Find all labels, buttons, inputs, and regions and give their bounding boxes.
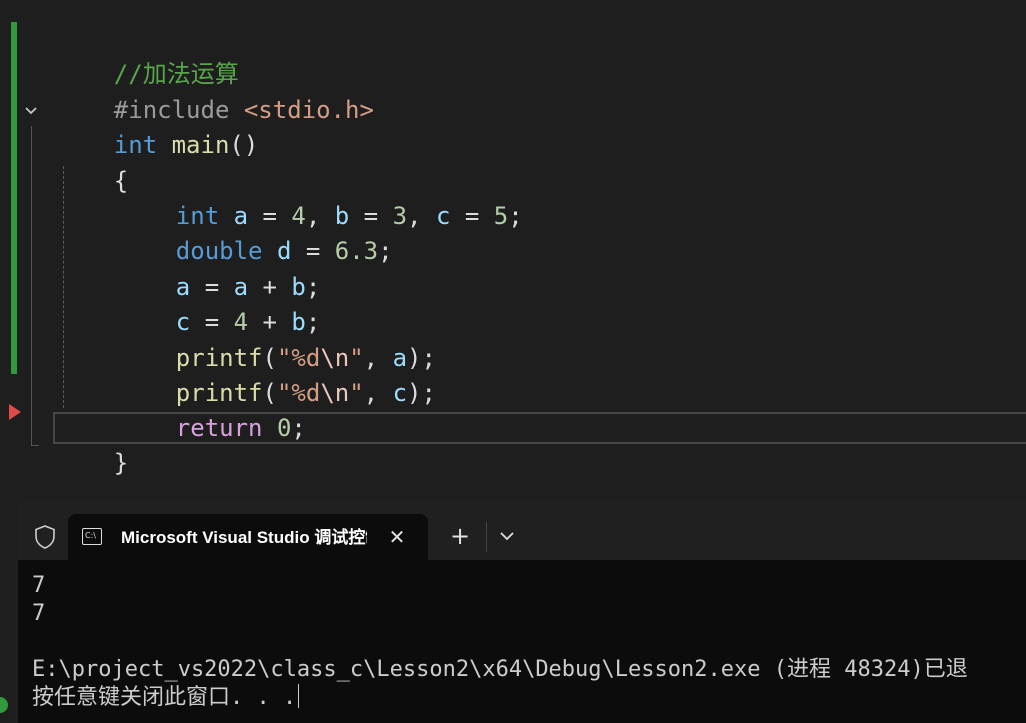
brace-token: }	[113, 449, 129, 477]
console-prompt-text: 按任意键关闭此窗口. . .	[32, 685, 297, 710]
fold-region-end	[31, 445, 39, 446]
fold-region-line	[31, 126, 32, 446]
number-token: 0	[276, 414, 292, 442]
code-line-11[interactable]: return 0;	[118, 376, 306, 481]
chevron-down-icon[interactable]	[496, 524, 518, 548]
operator-token: =	[450, 202, 494, 230]
change-indicator-bar	[11, 22, 17, 374]
number-token: 6.3	[334, 237, 379, 265]
terminal-icon: C:\	[82, 528, 102, 545]
chevron-down-icon[interactable]	[22, 102, 40, 120]
console-prompt-line: 按任意键关闭此窗口. . .	[32, 684, 300, 712]
return-keyword-token: return	[175, 414, 263, 442]
tab-separator	[486, 522, 487, 552]
number-token: 5	[493, 202, 509, 230]
string-quote-token: "	[349, 379, 364, 407]
paren-token: );	[407, 379, 436, 407]
console-output-line: E:\project_vs2022\class_c\Lesson2\x64\De…	[32, 657, 968, 682]
paren-token: ()	[229, 131, 259, 159]
text-caret	[298, 684, 300, 708]
code-editor[interactable]: //加法运算 #include <stdio.h> int main() { i…	[0, 0, 1026, 500]
console-output-line: 7	[32, 573, 46, 598]
status-check-icon	[0, 697, 8, 713]
punctuation-token: ;	[291, 414, 306, 442]
number-token: 3	[392, 202, 408, 230]
variable-token: c	[435, 202, 451, 230]
debug-console-window[interactable]: C:\ Microsoft Visual Studio 调试控制台 ✕ + 7 …	[18, 500, 1026, 723]
execution-arrow-icon[interactable]	[9, 404, 21, 420]
console-tab-bar: C:\ Microsoft Visual Studio 调试控制台 ✕ +	[18, 500, 1026, 560]
function-token: main	[171, 131, 230, 159]
console-output-line: 7	[32, 601, 46, 626]
close-icon[interactable]: ✕	[386, 526, 408, 548]
header-token: <stdio.h>	[243, 96, 374, 124]
escape-token: \n	[320, 379, 350, 407]
tab-debug-console[interactable]: C:\ Microsoft Visual Studio 调试控制台 ✕	[68, 514, 428, 560]
punctuation-token: ;	[508, 202, 523, 230]
shield-icon[interactable]	[32, 524, 58, 550]
punctuation-token: ,	[407, 202, 436, 230]
new-tab-button[interactable]: +	[448, 524, 472, 548]
punctuation-token: ;	[378, 237, 393, 265]
punctuation-token: ,	[363, 379, 393, 407]
variable-token: c	[392, 379, 408, 407]
tab-title: Microsoft Visual Studio 调试控制台	[121, 528, 367, 547]
